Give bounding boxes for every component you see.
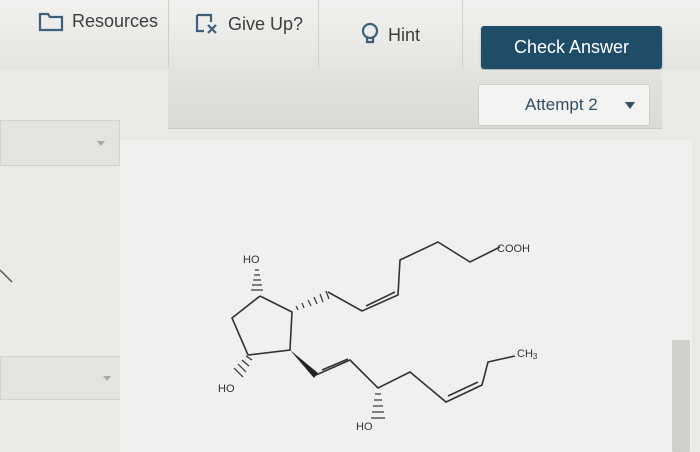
wedge-bond-lower-chain: [290, 350, 318, 378]
upper-chain: [327, 241, 501, 312]
ch3-label: CH3: [517, 348, 538, 361]
molecule-structure: HO HO COOH CH3 HO: [0, 241, 538, 433]
cyclopentane-ring: [231, 295, 293, 356]
hashed-bond-upper-chain: [295, 290, 330, 311]
ho-label-bottom: HO: [356, 421, 373, 433]
ho-label-left: HO: [218, 383, 235, 395]
hashed-bond-ho-bottom: [371, 393, 385, 419]
lower-chain: [315, 355, 516, 403]
ho-label-top: HO: [243, 254, 260, 266]
cooh-label: COOH: [497, 243, 530, 255]
hashed-bond-ho-left: [233, 355, 253, 378]
hashed-bond-ho-top: [251, 269, 263, 291]
